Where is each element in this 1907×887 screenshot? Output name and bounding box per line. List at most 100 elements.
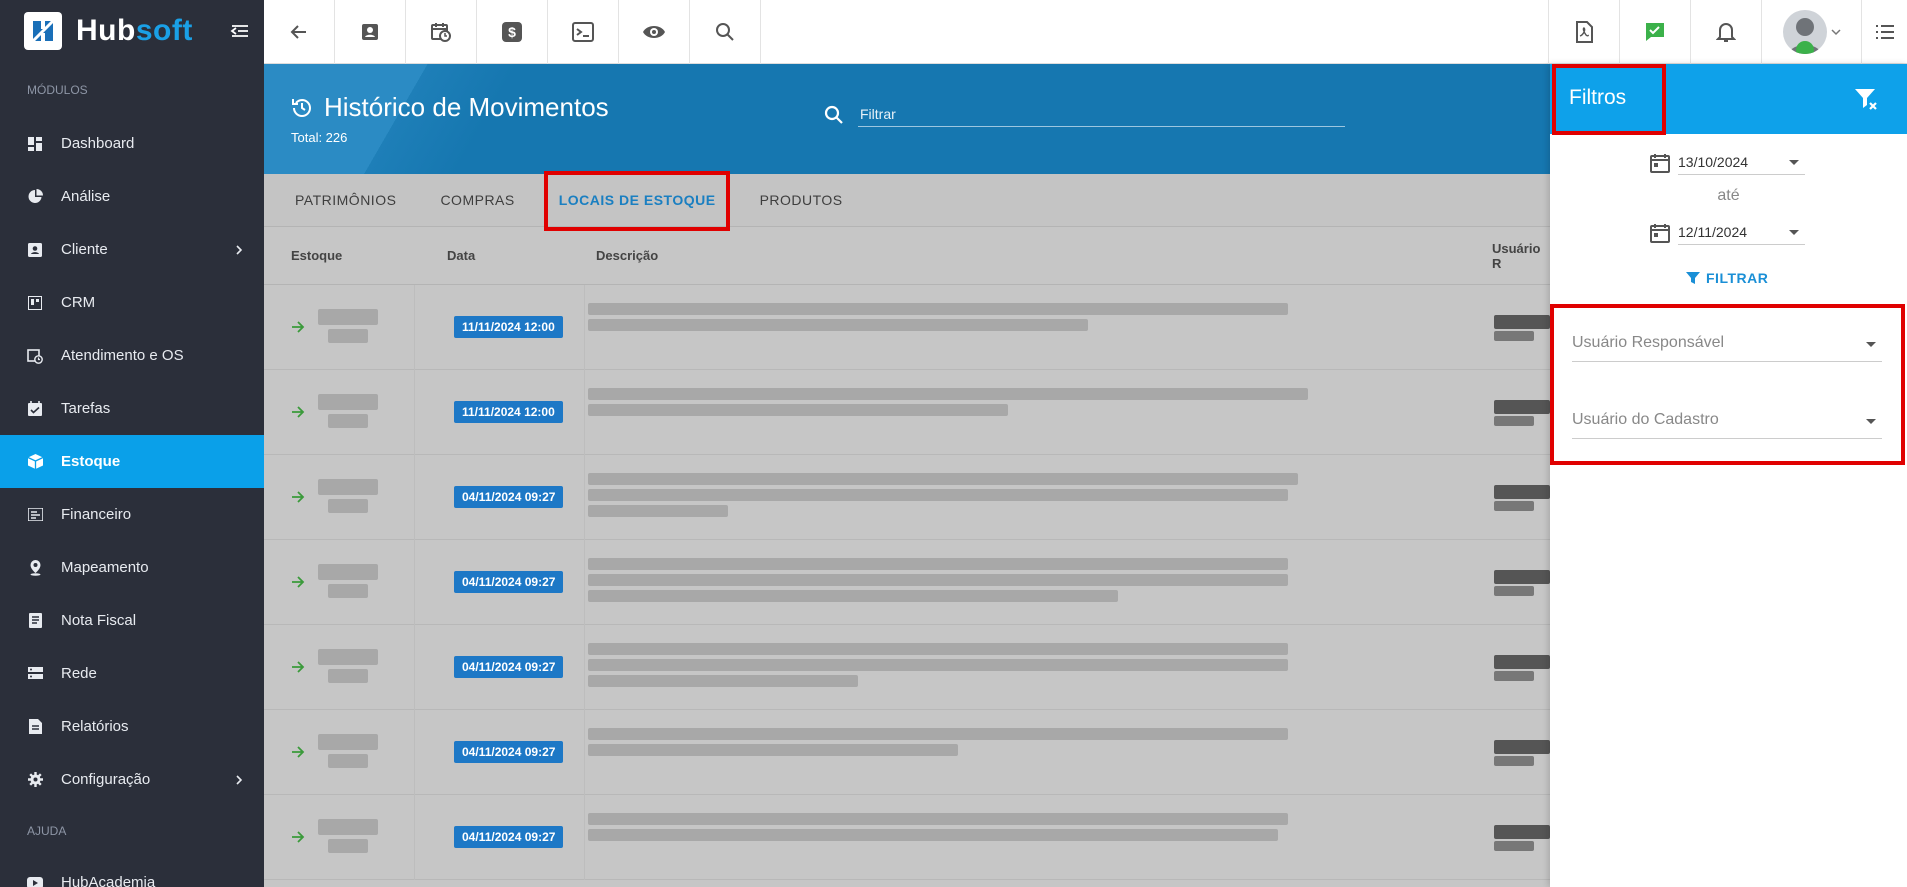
calendar-clock-icon <box>431 23 451 42</box>
notifications-button[interactable] <box>1690 0 1761 64</box>
column-data[interactable]: Data <box>447 248 475 263</box>
date-badge: 04/11/2024 09:27 <box>454 656 564 678</box>
tabs-bar: PATRIMÔNIOS COMPRAS LOCAIS DE ESTOQUE PR… <box>264 174 1550 227</box>
chevron-down-icon <box>1866 342 1876 347</box>
column-usuario[interactable]: Usuário R <box>1492 241 1550 271</box>
sidebar-item-financeiro[interactable]: Financeiro <box>0 488 264 541</box>
tasks-check-button[interactable] <box>1619 0 1690 64</box>
sidebar-item-label: Atendimento e OS <box>61 347 184 364</box>
tab-produtos[interactable]: PRODUTOS <box>760 192 843 208</box>
redacted-stock <box>318 645 380 689</box>
chevron-right-icon <box>236 774 243 785</box>
sidebar-item-cliente[interactable]: Cliente <box>0 223 264 276</box>
brand-name: Hubsoft <box>76 14 193 48</box>
table-row[interactable]: 11/11/2024 12:00 <box>264 285 1550 370</box>
sidebar-item-label: Dashboard <box>61 135 135 152</box>
sidebar-item-estoque[interactable]: Estoque <box>0 435 264 488</box>
pie-chart-icon <box>27 189 43 205</box>
redacted-stock <box>318 475 380 519</box>
date-to-text: 12/11/2024 <box>1678 224 1748 240</box>
search-button[interactable] <box>690 0 761 64</box>
user-responsible-select[interactable]: Usuário Responsável <box>1572 326 1882 362</box>
table-row[interactable]: 04/11/2024 09:27 <box>264 625 1550 710</box>
schedule-shortcut-button[interactable] <box>406 0 477 64</box>
table-row[interactable]: 04/11/2024 09:27 <box>264 710 1550 795</box>
redacted-user <box>1494 400 1550 426</box>
pdf-export-button[interactable] <box>1548 0 1619 64</box>
eye-icon <box>643 26 665 38</box>
sidebar-item-label: Tarefas <box>61 400 111 417</box>
table-header: Estoque Data Descrição Usuário R <box>264 227 1550 285</box>
date-to-field[interactable]: 12/11/2024 <box>1650 220 1805 245</box>
date-badge: 04/11/2024 09:27 <box>454 486 564 508</box>
user-register-select[interactable]: Usuário do Cadastro <box>1572 403 1882 439</box>
page-title: Histórico de Movimentos <box>290 92 609 123</box>
table-row[interactable]: 04/11/2024 09:27 <box>264 455 1550 540</box>
sidebar-item-nota-fiscal[interactable]: Nota Fiscal <box>0 594 264 647</box>
section-help: AJUDA <box>27 824 67 838</box>
date-to-value[interactable]: 12/11/2024 <box>1678 220 1805 245</box>
arrow-right-icon <box>292 576 305 588</box>
table-row[interactable]: 11/11/2024 12:00 <box>264 370 1550 455</box>
svg-text:$: $ <box>508 24 516 40</box>
sidebar-item-configuracao[interactable]: Configuração <box>0 753 264 806</box>
user-menu[interactable] <box>1761 0 1861 64</box>
sidebar-item-dashboard[interactable]: Dashboard <box>0 117 264 170</box>
arrow-right-icon <box>292 831 305 843</box>
map-pin-icon <box>27 559 43 576</box>
view-shortcut-button[interactable] <box>619 0 690 64</box>
finance-shortcut-button[interactable]: $ <box>477 0 548 64</box>
crm-board-icon <box>27 295 43 311</box>
contact-card-icon <box>362 24 378 40</box>
sidebar-item-label: Configuração <box>61 771 151 788</box>
calendar-clock-icon <box>27 348 43 364</box>
column-descricao[interactable]: Descrição <box>596 248 658 263</box>
table-row[interactable]: 04/11/2024 09:27 <box>264 795 1550 880</box>
gear-icon <box>27 772 43 788</box>
dashboard-icon <box>27 136 43 152</box>
record-total: Total: 226 <box>291 130 348 145</box>
arrow-right-icon <box>292 321 305 333</box>
dollar-icon: $ <box>502 22 522 42</box>
back-button[interactable] <box>264 0 335 64</box>
brand[interactable]: Hubsoft <box>0 0 264 62</box>
page-header: Histórico de Movimentos Total: 226 <box>264 64 1550 174</box>
sidebar-item-tarefas[interactable]: Tarefas <box>0 382 264 435</box>
table-row[interactable]: 04/11/2024 09:27 <box>264 540 1550 625</box>
clients-shortcut-button[interactable] <box>335 0 406 64</box>
terminal-shortcut-button[interactable] <box>548 0 619 64</box>
collapse-menu-icon[interactable] <box>230 21 250 41</box>
tab-compras[interactable]: COMPRAS <box>440 192 514 208</box>
filter-panel: Filtros 13/10/2024 até 12/11/2024 FILTRA… <box>1550 64 1907 887</box>
sidebar-item-hubacademia[interactable]: HubAcademia <box>0 856 264 887</box>
user-responsible-label: Usuário Responsável <box>1572 334 1725 351</box>
highlight-filter-title <box>1552 64 1666 135</box>
sidebar-item-crm[interactable]: CRM <box>0 276 264 329</box>
chevron-right-icon <box>236 244 243 255</box>
date-from-dropdown-icon <box>1789 160 1799 165</box>
date-from-field[interactable]: 13/10/2024 <box>1650 150 1805 175</box>
sidebar-item-relatorios[interactable]: Relatórios <box>0 700 264 753</box>
terminal-icon <box>572 22 594 42</box>
search-icon <box>824 105 843 124</box>
date-from-text: 13/10/2024 <box>1678 154 1749 170</box>
contact-card-icon <box>27 242 43 258</box>
apply-filter-button[interactable]: FILTRAR <box>1686 270 1768 286</box>
redacted-user <box>1494 740 1550 766</box>
sidebar-item-rede[interactable]: Rede <box>0 647 264 700</box>
filter-input[interactable] <box>858 102 1345 127</box>
sidebar-item-atendimento-e-os[interactable]: Atendimento e OS <box>0 329 264 382</box>
sidebar-item-analise[interactable]: Análise <box>0 170 264 223</box>
funnel-icon <box>1686 272 1700 284</box>
user-register-label: Usuário do Cadastro <box>1572 411 1719 428</box>
page-title-text: Histórico de Movimentos <box>324 92 609 122</box>
tab-patrimonios[interactable]: PATRIMÔNIOS <box>295 192 396 208</box>
sidebar-item-label: Mapeamento <box>61 559 149 576</box>
sidebar-item-mapeamento[interactable]: Mapeamento <box>0 541 264 594</box>
redacted-stock <box>318 815 380 859</box>
highlight-active-tab <box>544 171 730 231</box>
column-estoque[interactable]: Estoque <box>291 248 342 263</box>
clear-filter-icon[interactable] <box>1853 86 1879 112</box>
list-menu-button[interactable] <box>1861 0 1907 64</box>
date-from-value[interactable]: 13/10/2024 <box>1678 150 1805 175</box>
